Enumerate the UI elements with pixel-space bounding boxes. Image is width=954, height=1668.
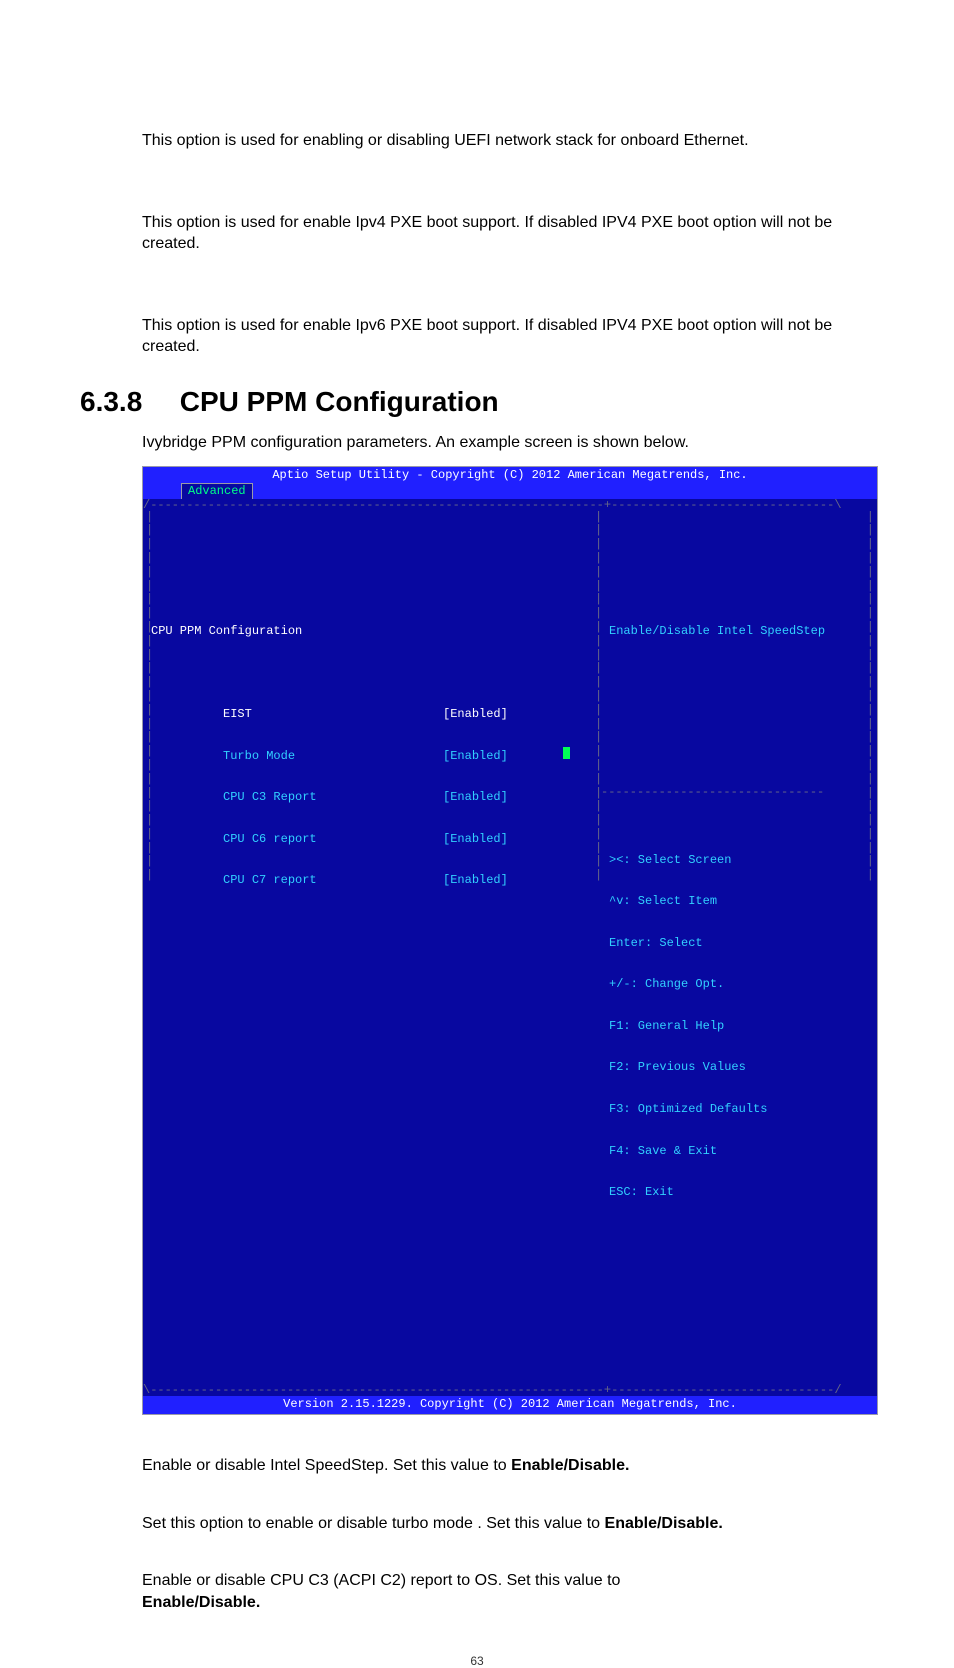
divider: /---------------------------------------… — [143, 499, 877, 511]
bios-header: Aptio Setup Utility - Copyright (C) 2012… — [143, 467, 877, 499]
bios-screenshot: Aptio Setup Utility - Copyright (C) 2012… — [142, 466, 878, 1416]
paragraph-network-stack: This option is used for enabling or disa… — [80, 130, 874, 152]
paragraph-ipv6: This option is used for enable Ipv6 PXE … — [80, 315, 874, 358]
bios-item-c3[interactable]: CPU C3 Report[Enabled] — [151, 777, 603, 791]
paragraph-ipv4: This option is used for enable Ipv4 PXE … — [80, 212, 874, 255]
cursor-icon — [563, 747, 570, 759]
bios-item-eist[interactable]: EIST[Enabled] — [151, 694, 603, 708]
bios-item-help: Enable/Disable Intel SpeedStep — [609, 625, 869, 639]
paragraph-eist: Enable or disable Intel SpeedStep. Set t… — [80, 1455, 874, 1477]
bios-tab-advanced[interactable]: Advanced — [181, 483, 253, 499]
page-number: 63 — [80, 1654, 874, 1668]
paragraph-c3: Enable or disable CPU C3 (ACPI C2) repor… — [80, 1570, 874, 1613]
section-intro: Ivybridge PPM configuration parameters. … — [80, 432, 874, 454]
paragraph-turbo: Set this option to enable or disable tur… — [80, 1513, 874, 1535]
section-number: 6.3.8 — [80, 386, 172, 418]
bios-item-turbo[interactable]: Turbo Mode[Enabled] — [151, 736, 603, 750]
bios-key-help: ><: Select Screen ^v: Select Item Enter:… — [609, 826, 869, 1228]
bios-config-title: CPU PPM Configuration — [151, 625, 603, 639]
bios-title: Aptio Setup Utility - Copyright (C) 2012… — [143, 467, 877, 483]
bios-body: | | | | | | | | | | | | | | | | | | | | … — [143, 511, 877, 1385]
bios-item-c6[interactable]: CPU C6 report[Enabled] — [151, 819, 603, 833]
section-title: CPU PPM Configuration — [180, 386, 499, 417]
divider: \---------------------------------------… — [143, 1384, 877, 1396]
section-heading: 6.3.8 CPU PPM Configuration — [80, 386, 874, 418]
bios-footer: Version 2.15.1229. Copyright (C) 2012 Am… — [143, 1396, 877, 1414]
bios-item-c7[interactable]: CPU C7 report[Enabled] — [151, 861, 603, 875]
